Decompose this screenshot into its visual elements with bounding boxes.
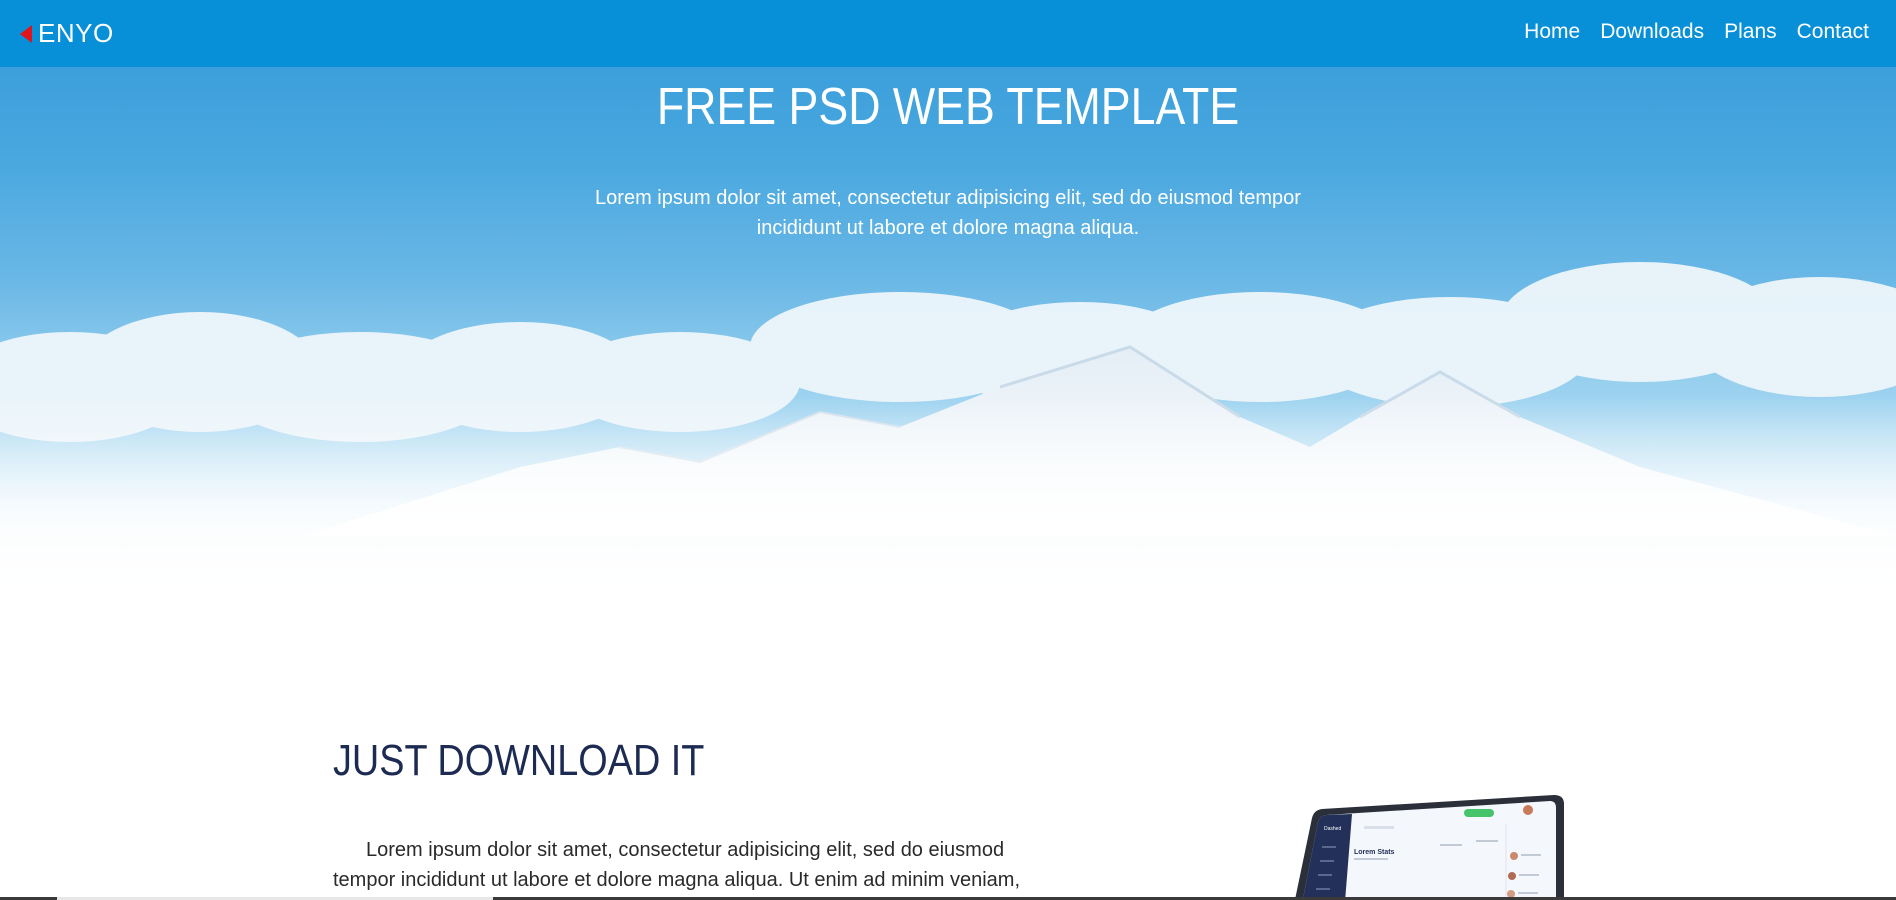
download-section-body: Lorem ipsum dolor sit amet, consectetur … (333, 839, 1021, 891)
hero-subtitle-line-1: Lorem ipsum dolor sit amet, consectetur … (595, 187, 1301, 209)
hero-section: FREE PSD WEB TEMPLATE Lorem ipsum dolor … (0, 67, 1896, 607)
laptop-screen-heading: Lorem Stats (1354, 849, 1395, 856)
hero-mountain-clouds-image (0, 262, 1896, 607)
page: ENYO Home Downloads Plans Contact FREE P… (0, 0, 1896, 900)
laptop-mockup-image: Dashed Lorem Stats (1294, 795, 1564, 900)
hero-subtitle: Lorem ipsum dolor sit amet, consectetur … (573, 183, 1323, 243)
download-section-title: JUST DOWNLOAD IT (333, 736, 705, 785)
laptop-app-label: Dashed (1324, 826, 1341, 832)
hero-title: FREE PSD WEB TEMPLATE (656, 78, 1240, 136)
nav-link-contact[interactable]: Contact (1797, 20, 1869, 44)
brand-logo-link[interactable]: ENYO (20, 18, 114, 49)
main-nav: Home Downloads Plans Contact (1504, 20, 1869, 44)
nav-link-home[interactable]: Home (1524, 20, 1580, 44)
brand-triangle-icon (20, 24, 32, 43)
brand-name: ENYO (38, 18, 114, 48)
top-navbar: ENYO Home Downloads Plans Contact (0, 0, 1896, 67)
hero-subtitle-line-2: incididunt ut labore et dolore magna ali… (756, 217, 1140, 239)
nav-link-downloads[interactable]: Downloads (1600, 20, 1704, 44)
nav-link-plans[interactable]: Plans (1724, 20, 1777, 44)
